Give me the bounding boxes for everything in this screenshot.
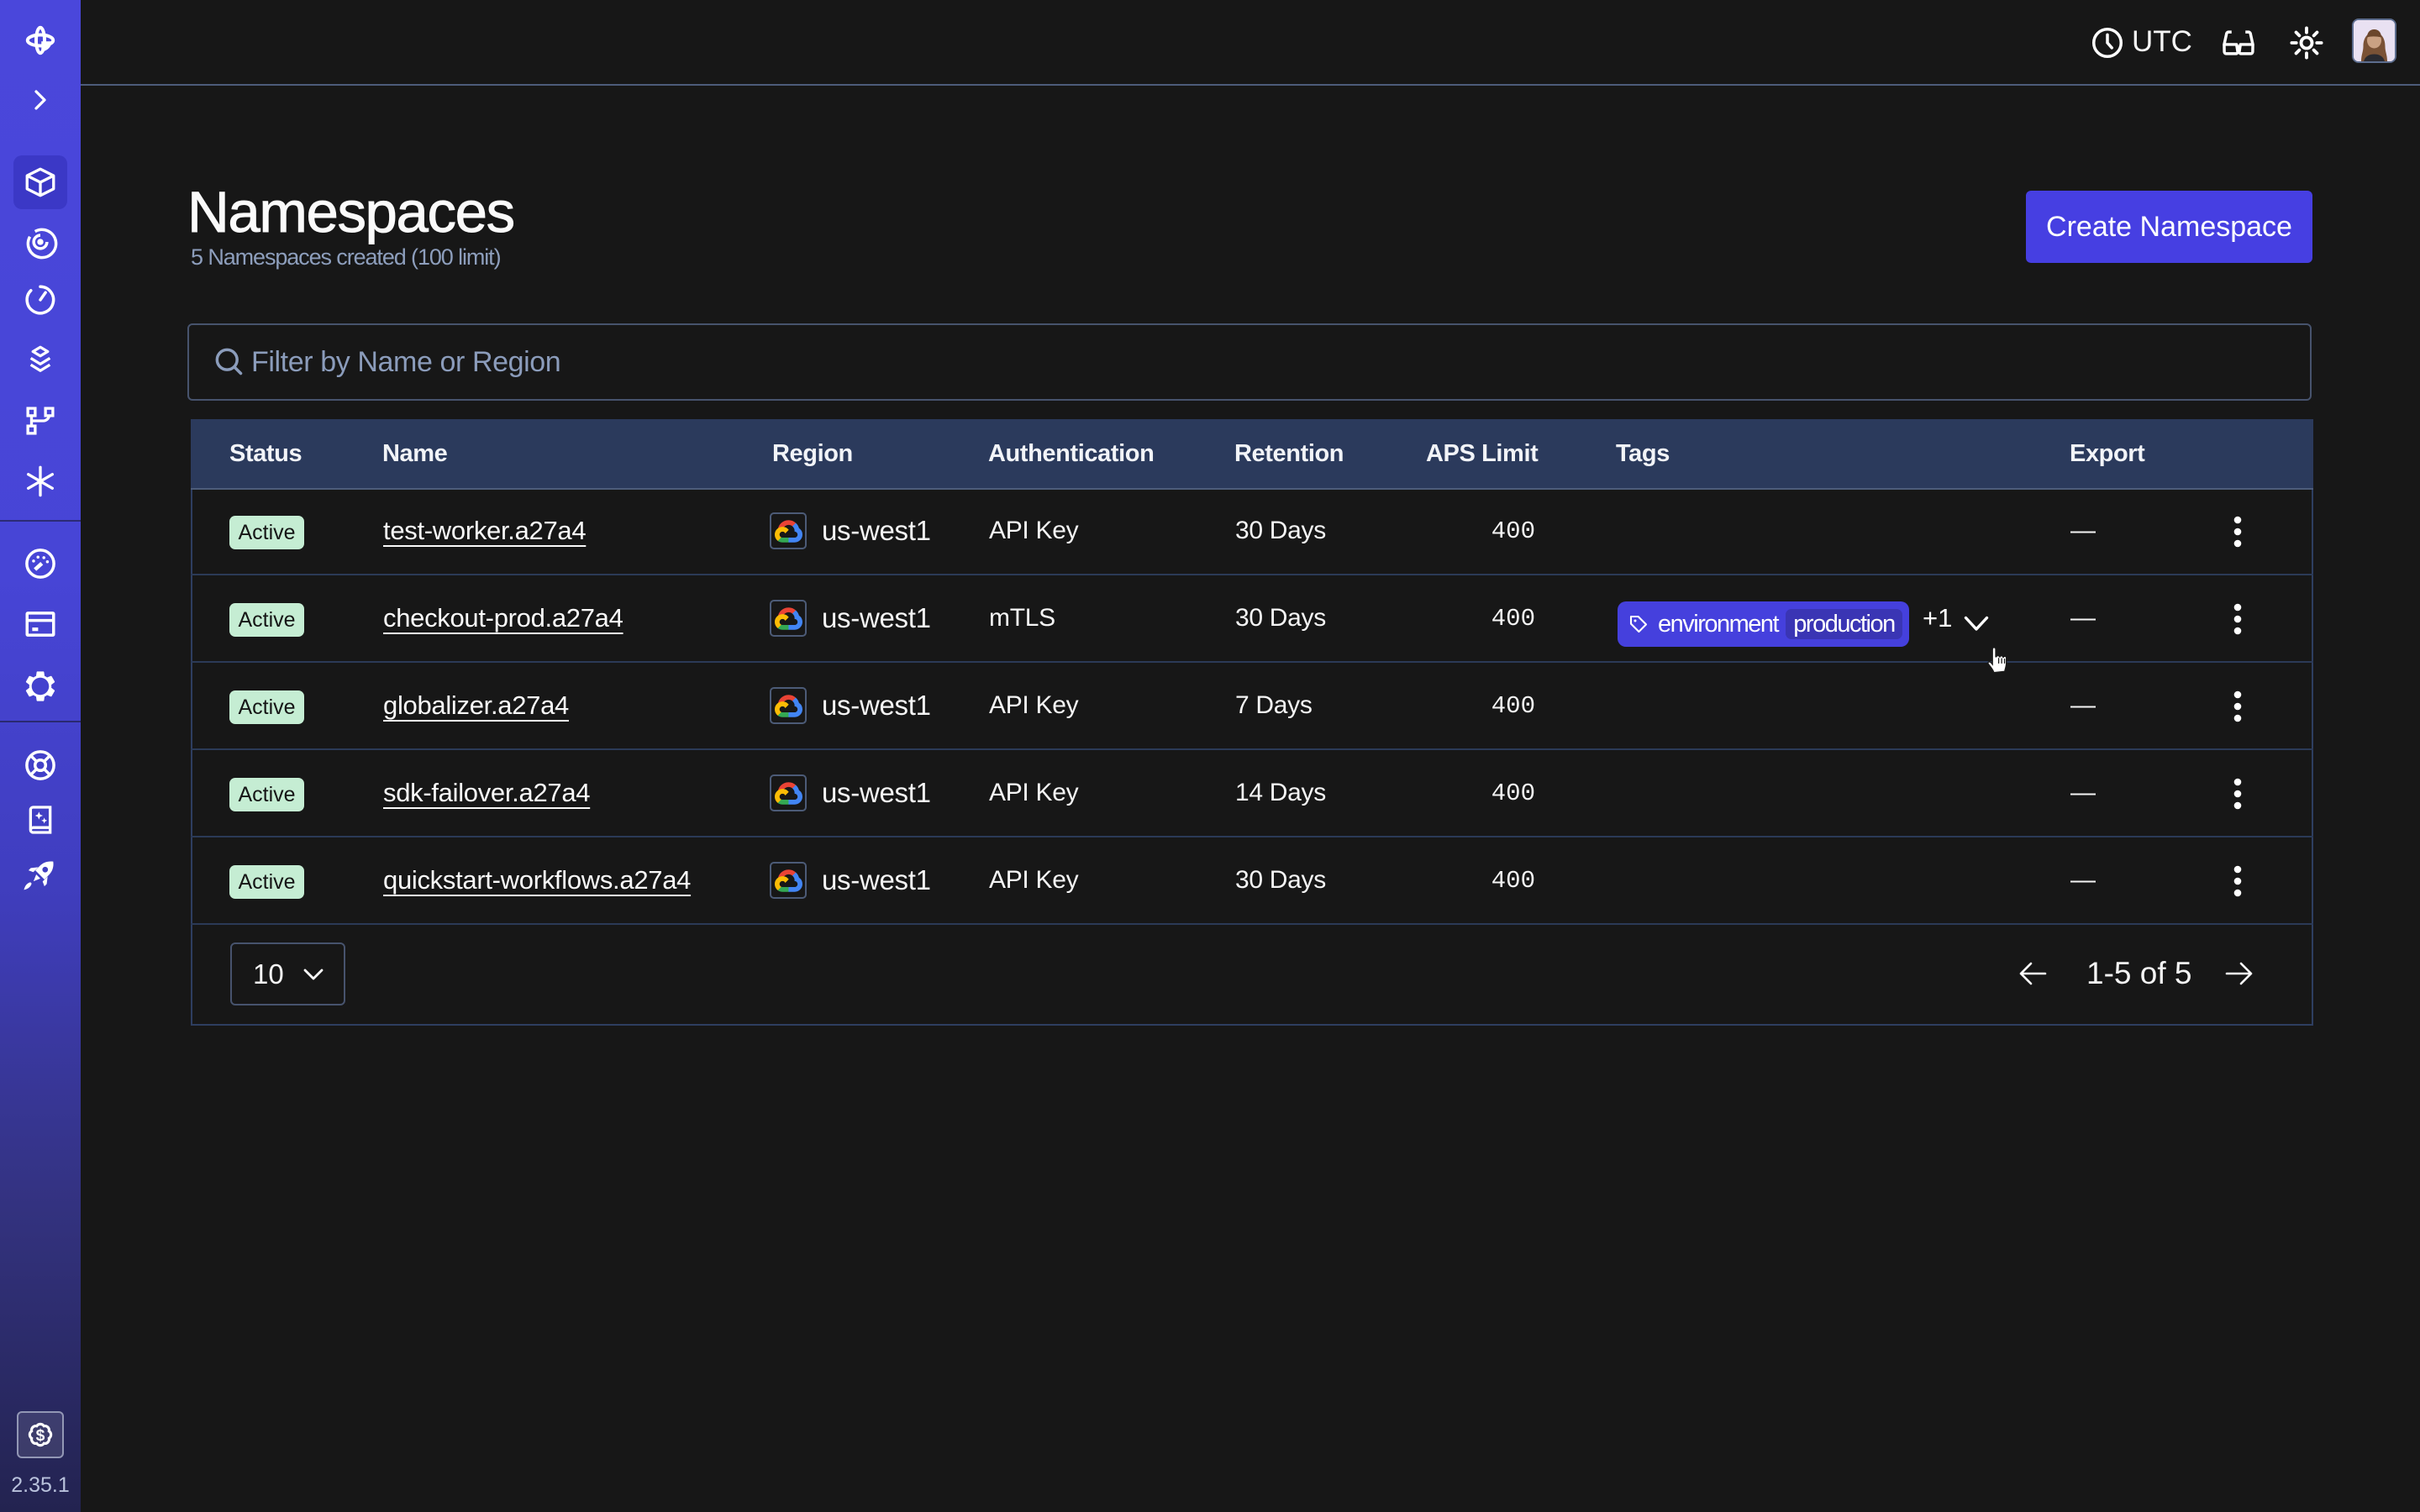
svg-text:$: $ (36, 1427, 45, 1445)
